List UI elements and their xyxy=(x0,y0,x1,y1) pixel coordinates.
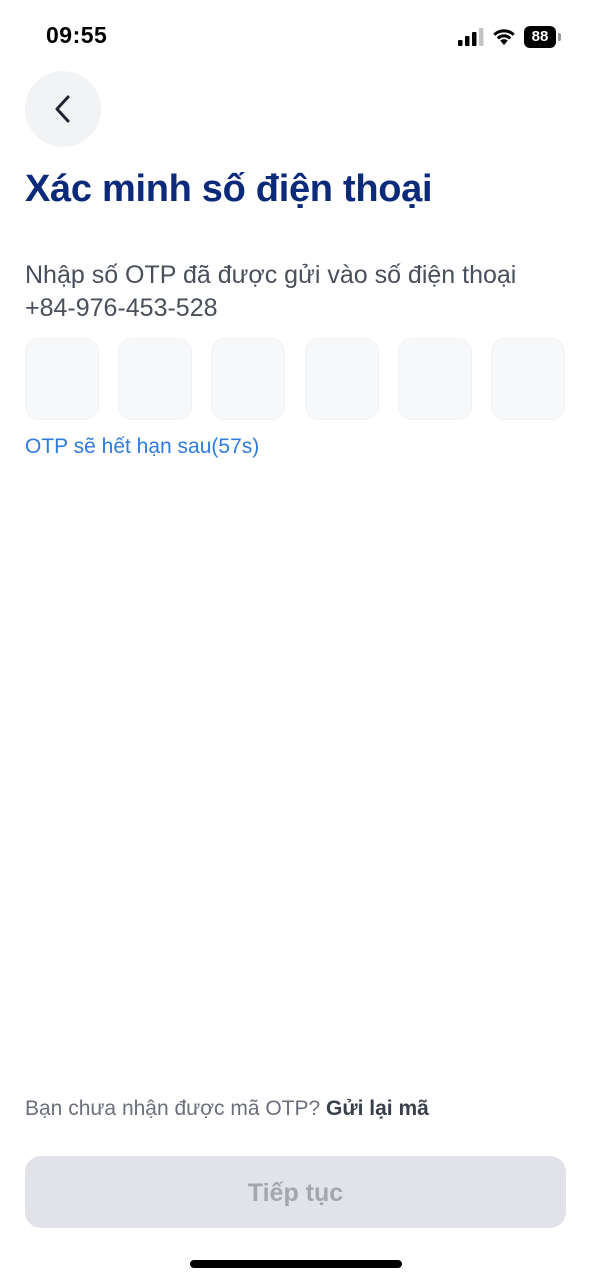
instruction-text: Nhập số OTP đã được gửi vào số điện thoạ… xyxy=(25,259,570,325)
resend-row: Bạn chưa nhận được mã OTP? Gửi lại mã xyxy=(25,1097,429,1121)
cellular-signal-icon xyxy=(458,28,484,46)
resend-code-link[interactable]: Gửi lại mã xyxy=(326,1097,429,1120)
chevron-left-icon xyxy=(55,95,70,123)
status-bar: 09:55 88 xyxy=(0,0,591,70)
otp-expiry-countdown: OTP sẽ hết hạn sau(57s) xyxy=(25,435,260,458)
resend-prompt: Bạn chưa nhận được mã OTP? xyxy=(25,1097,321,1120)
otp-digit-2[interactable] xyxy=(118,338,192,420)
otp-verification-screen: 09:55 88 Xác minh số điện thoại Nhập số … xyxy=(0,0,591,1280)
home-indicator[interactable] xyxy=(190,1260,402,1268)
back-button[interactable] xyxy=(25,71,101,147)
battery-level: 88 xyxy=(524,26,556,48)
wifi-icon xyxy=(493,29,515,45)
otp-digit-1[interactable] xyxy=(25,338,99,420)
otp-digit-6[interactable] xyxy=(491,338,565,420)
status-time: 09:55 xyxy=(46,22,108,48)
battery-indicator: 88 xyxy=(524,26,561,48)
page-title: Xác minh số điện thoại xyxy=(25,168,433,210)
otp-input-group xyxy=(25,338,566,420)
continue-button[interactable]: Tiếp tục xyxy=(25,1156,566,1228)
otp-digit-5[interactable] xyxy=(398,338,472,420)
otp-digit-4[interactable] xyxy=(305,338,379,420)
otp-digit-3[interactable] xyxy=(211,338,285,420)
instruction-message: Nhập số OTP đã được gửi vào số điện thoạ… xyxy=(25,261,517,289)
phone-number: +84-976-453-528 xyxy=(25,294,218,322)
battery-cap xyxy=(558,33,561,41)
